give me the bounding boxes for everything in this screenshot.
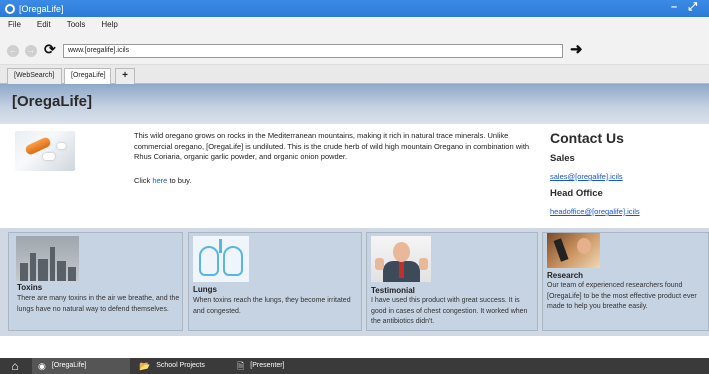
card-text: When toxins reach the lungs, they become… [193, 297, 351, 315]
taskbar-item-label: [OregaLife] [51, 362, 87, 369]
tab-oregalife[interactable]: [OregaLife] [64, 68, 111, 84]
taskbar: ⌂ ◉ [OregaLife] 📂 School Projects 🗎 [Pre… [0, 358, 709, 374]
card-lungs: Lungs When toxins reach the lungs, they … [188, 232, 362, 331]
sales-email-link[interactable]: sales@[oregalife].icils [550, 172, 700, 181]
reload-button[interactable]: ⟳ [44, 41, 56, 58]
card-testimonial: Testimonial I have used this product wit… [366, 232, 538, 331]
page-header: [OregaLife] [0, 84, 709, 124]
card-title: Testimonial [371, 286, 415, 295]
forward-button[interactable]: → [25, 45, 37, 57]
title-bar: [OregaLife] – ⤢ [0, 0, 709, 17]
folder-icon: 📂 [139, 361, 151, 371]
address-bar[interactable]: www.[oregalife].icils [63, 44, 563, 58]
taskbar-item-presenter[interactable]: 🗎 [Presenter] [233, 358, 285, 374]
office-email-link[interactable]: headoffice@[oregalife].icils [550, 207, 700, 216]
card-text: Our team of experienced researchers foun… [547, 282, 697, 310]
card-toxins: Toxins There are many toxins in the air … [8, 232, 183, 331]
card-title: Research [547, 271, 584, 280]
menu-file[interactable]: File [0, 20, 29, 29]
lungs-image [193, 236, 249, 282]
microscope-image [547, 233, 600, 268]
buy-prefix: Click [134, 176, 153, 185]
go-button[interactable]: ➜ [570, 40, 583, 58]
home-icon[interactable]: ⌂ [0, 358, 30, 374]
tab-bar: [WebSearch] [OregaLife] + [0, 65, 709, 84]
menu-bar: File Edit Tools Help [0, 17, 709, 31]
new-tab-button[interactable]: + [115, 68, 135, 84]
thumbs-up-man-image [371, 236, 431, 282]
page-footer-space [0, 336, 709, 358]
tab-websearch[interactable]: [WebSearch] [7, 68, 62, 84]
contact-section: Contact Us Sales sales@[oregalife].icils… [550, 130, 700, 216]
office-heading: Head Office [550, 188, 603, 199]
window-title: [OregaLife] [19, 3, 64, 14]
site-title: [OregaLife] [12, 93, 93, 110]
buy-link[interactable]: here [152, 176, 167, 185]
card-title: Toxins [17, 283, 43, 292]
taskbar-item-oregalife[interactable]: ◉ [OregaLife] [32, 358, 130, 374]
document-icon: 🗎 [237, 361, 245, 371]
globe-icon [5, 3, 15, 14]
buy-suffix: to buy. [167, 176, 192, 185]
buy-line: Click here to buy. [134, 176, 191, 185]
taskbar-item-label: [Presenter] [250, 362, 285, 369]
city-smog-image [16, 236, 79, 281]
back-button[interactable]: ← [7, 45, 19, 57]
card-research: Research Our team of experienced researc… [542, 232, 709, 331]
pills-image [15, 131, 75, 171]
taskbar-item-school-projects[interactable]: 📂 School Projects [135, 358, 205, 374]
navigation-bar: ← → ⟳ www.[oregalife].icils ➜ [0, 31, 709, 65]
globe-icon: ◉ [38, 361, 46, 371]
menu-edit[interactable]: Edit [29, 20, 59, 29]
contact-heading: Contact Us [550, 130, 624, 146]
card-title: Lungs [193, 285, 217, 294]
window-controls[interactable]: – ⤢ [671, 1, 701, 14]
card-text: I have used this product with great succ… [371, 297, 528, 325]
menu-help[interactable]: Help [93, 20, 125, 29]
card-text: There are many toxins in the air we brea… [17, 295, 180, 313]
intro-text: This wild oregano grows on rocks in the … [134, 131, 530, 161]
taskbar-item-label: School Projects [156, 362, 205, 369]
menu-tools[interactable]: Tools [59, 20, 94, 29]
sales-heading: Sales [550, 153, 575, 164]
